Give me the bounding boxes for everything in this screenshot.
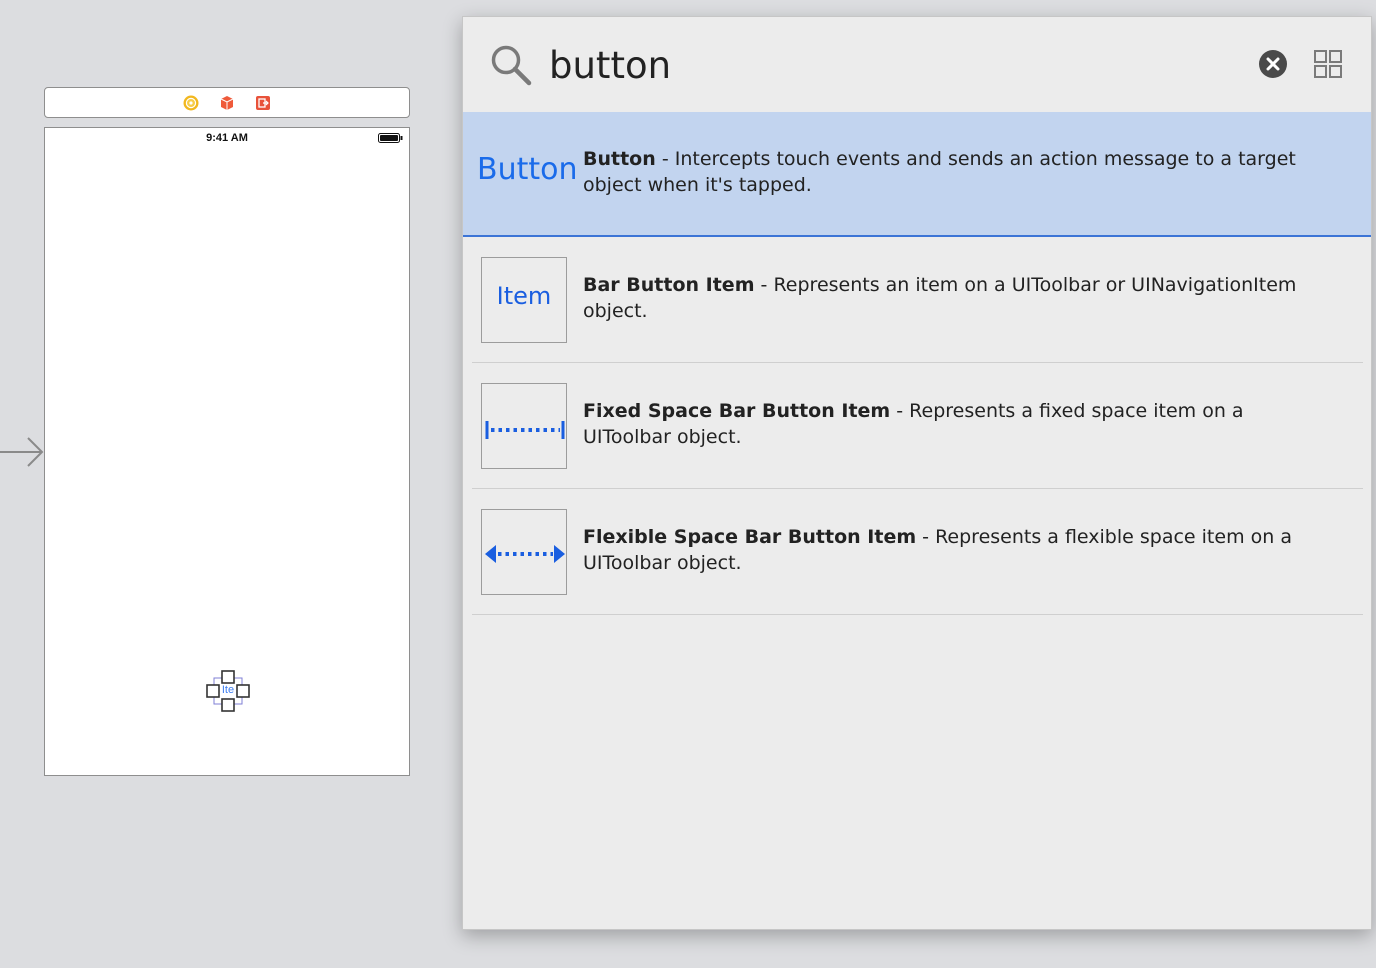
library-search-bar: [463, 17, 1371, 112]
selected-bar-button-item[interactable]: Ite: [205, 670, 251, 712]
object-library-popover: Button Button - Intercepts touch events …: [462, 16, 1372, 930]
bar-button-item-thumbnail: Item: [481, 257, 567, 343]
battery-icon: [378, 133, 403, 143]
row-title: Button: [583, 148, 656, 170]
row-description: Flexible Space Bar Button Item - Represe…: [583, 526, 1292, 574]
scene-dock: [44, 87, 410, 118]
library-row-button[interactable]: Button Button - Intercepts touch events …: [463, 112, 1371, 237]
library-row-fixed-space-bar-button-item[interactable]: Fixed Space Bar Button Item - Represents…: [463, 363, 1371, 489]
row-title: Fixed Space Bar Button Item: [583, 400, 891, 422]
selected-item-label: Ite: [221, 684, 235, 696]
flexible-space-icon: [485, 545, 565, 563]
row-divider: [472, 614, 1363, 615]
item-preview: Item: [496, 282, 552, 310]
grid-view-icon[interactable]: [1314, 50, 1342, 78]
row-description: Button - Intercepts touch events and sen…: [583, 148, 1296, 196]
button-preview: Button: [477, 152, 578, 187]
library-search-input[interactable]: [549, 39, 1189, 91]
row-title: Flexible Space Bar Button Item: [583, 526, 917, 548]
initial-view-controller-arrow-icon: [0, 437, 44, 467]
fixed-space-thumbnail: [481, 383, 567, 469]
first-responder-icon[interactable]: [219, 95, 235, 111]
row-description: Fixed Space Bar Button Item - Represents…: [583, 400, 1244, 448]
library-row-bar-button-item[interactable]: Item Bar Button Item - Represents an ite…: [463, 237, 1371, 363]
row-detail: Intercepts touch events and sends an act…: [583, 148, 1296, 196]
library-row-flexible-space-bar-button-item[interactable]: Flexible Space Bar Button Item - Represe…: [463, 489, 1371, 615]
view-controller-icon[interactable]: [183, 95, 199, 111]
search-icon: [491, 45, 532, 86]
row-title: Bar Button Item: [583, 274, 755, 296]
flexible-space-thumbnail: [481, 509, 567, 595]
row-description: Bar Button Item - Represents an item on …: [583, 274, 1297, 322]
status-bar-time: 9:41 AM: [206, 132, 248, 144]
exit-icon[interactable]: [255, 95, 271, 111]
library-results-list: Button Button - Intercepts touch events …: [463, 112, 1371, 615]
clear-search-icon[interactable]: [1258, 49, 1288, 79]
fixed-space-icon: [485, 421, 565, 439]
view-controller-scene[interactable]: 9:41 AM Ite: [44, 127, 410, 776]
